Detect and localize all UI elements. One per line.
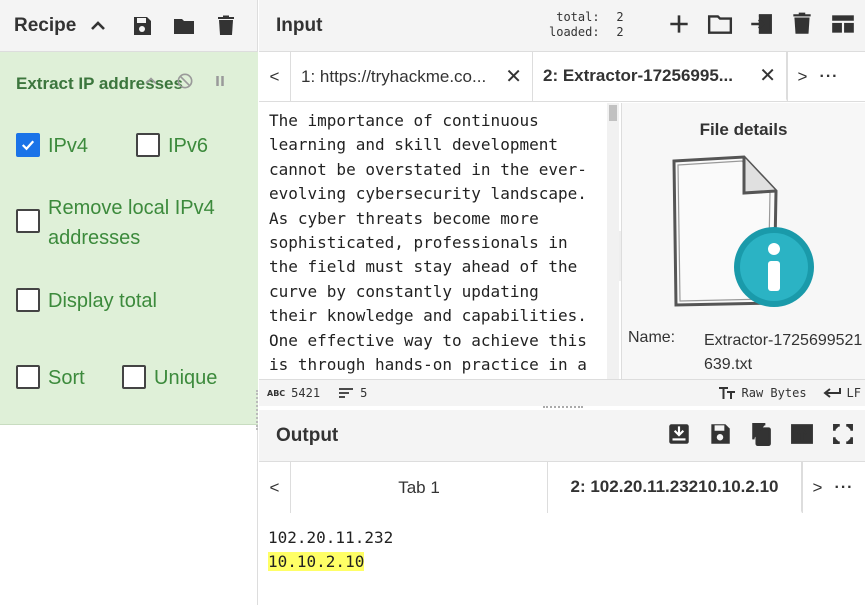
encoding-selector[interactable]: Raw Bytes [718, 386, 807, 400]
display-total-option[interactable]: Display total [16, 286, 157, 316]
output-tab-1[interactable]: Tab 1 [291, 462, 548, 513]
output-toolbar [665, 420, 857, 448]
line-count-value: 5 [360, 386, 368, 400]
tabs-scroll-left-button[interactable]: < [259, 52, 291, 101]
return-arrow-icon [822, 388, 841, 398]
input-counts: total: 2 loaded: 2 [549, 10, 624, 40]
output-tabs-scroll-left-button[interactable]: < [259, 462, 291, 513]
output-title: Output [276, 424, 339, 446]
text-format-icon [718, 387, 735, 399]
save-output-icon[interactable] [706, 420, 734, 448]
input-title: Input [276, 14, 323, 36]
output-tab-2[interactable]: 2: 102.20.11.23210.10.2.10 [548, 462, 802, 513]
tabs-scroll-right-button[interactable]: > [787, 52, 817, 101]
open-folder-icon[interactable] [706, 10, 734, 38]
input-tab-2-label: 2: Extractor-17256995... [543, 65, 733, 85]
ipv6-option[interactable]: IPv6 [136, 131, 208, 161]
input-body: The importance of continuous learning an… [259, 103, 865, 379]
output-line: 102.20.11.232 [268, 528, 394, 547]
abc-icon: ABC [267, 388, 286, 398]
chevron-up-icon[interactable] [84, 12, 112, 40]
output-header: Output [259, 410, 865, 462]
highlight-span: 10.10.2.10 [268, 552, 365, 571]
input-tab-2[interactable]: 2: Extractor-17256995... ✕ [533, 52, 787, 101]
eol-selector[interactable]: LF [822, 386, 861, 400]
replace-input-icon[interactable] [788, 420, 816, 448]
close-tab-icon[interactable]: ✕ [759, 63, 776, 88]
pause-breakpoint-icon[interactable] [209, 70, 231, 92]
ipv6-label: IPv6 [168, 135, 209, 157]
output-pane: Output < Tab 1 2: 102.20.11.23210.10.2.1… [259, 410, 865, 605]
clear-recipe-trash-icon[interactable] [212, 12, 240, 40]
input-tab-1-label: 1: https://tryhackme.co... [301, 66, 487, 86]
input-textarea[interactable]: The importance of continuous learning an… [259, 103, 607, 379]
input-tabs: < 1: https://tryhackme.co... ✕ 2: Extrac… [259, 52, 865, 102]
add-tab-plus-icon[interactable] [665, 10, 693, 38]
display-total-label: Display total [48, 290, 157, 312]
save-recipe-icon[interactable] [128, 12, 156, 40]
fullscreen-icon[interactable] [829, 420, 857, 448]
operation-card[interactable]: Extract IP addresses IPv4 IPv6 Remove lo… [0, 52, 258, 425]
total-label: total: [556, 10, 600, 24]
input-tab-1[interactable]: 1: https://tryhackme.co... ✕ [291, 52, 533, 101]
unique-option[interactable]: Unique [122, 363, 217, 393]
total-count: 2 [616, 10, 624, 24]
disable-operation-icon[interactable] [174, 70, 196, 92]
recipe-pane: Recipe Extract IP addresses IPv4 IPv6 Re… [0, 0, 258, 605]
file-info-icon [672, 155, 814, 307]
input-pane: Input total: 2 loaded: 2 < 1: https://tr… [259, 0, 865, 406]
more-tabs-ellipsis-icon[interactable]: ··· [817, 52, 841, 101]
loaded-count: 2 [616, 25, 624, 39]
recipe-header: Recipe [0, 0, 257, 52]
input-toolbar [665, 10, 857, 38]
more-output-tabs-ellipsis-icon[interactable]: ··· [832, 462, 856, 513]
input-header: Input total: 2 loaded: 2 [259, 0, 865, 52]
output-tabs-scroll-right-button[interactable]: > [802, 462, 832, 513]
load-recipe-folder-icon[interactable] [170, 12, 198, 40]
char-count: ABC 5421 [267, 386, 320, 400]
sort-option[interactable]: Sort [16, 363, 85, 393]
recipe-title: Recipe [14, 14, 77, 36]
input-scrollbar[interactable] [607, 103, 619, 379]
layout-reset-icon[interactable] [829, 10, 857, 38]
download-output-icon[interactable] [665, 420, 693, 448]
ipv4-option[interactable]: IPv4 [16, 131, 88, 161]
output-tabs: < Tab 1 2: 102.20.11.23210.10.2.10 > ··· [259, 462, 865, 513]
chevron-up-icon[interactable] [140, 70, 162, 92]
unique-checkbox[interactable] [122, 365, 146, 389]
output-text[interactable]: 102.20.11.232 10.10.2.10 [259, 522, 865, 605]
close-tab-icon[interactable]: ✕ [505, 64, 522, 89]
input-status-bar: ABC 5421 5 Raw Bytes LF [259, 379, 865, 406]
open-file-input-icon[interactable] [747, 10, 775, 38]
remove-local-option[interactable]: Remove local IPv4 addresses [16, 193, 215, 253]
ipv6-checkbox[interactable] [136, 133, 160, 157]
clear-input-trash-icon[interactable] [788, 10, 816, 38]
scrollbar-thumb[interactable] [609, 105, 617, 121]
output-tab-2-label: 2: 102.20.11.23210.10.2.10 [570, 476, 779, 496]
char-count-value: 5421 [291, 386, 321, 400]
sort-checkbox[interactable] [16, 365, 40, 389]
remove-local-label-line2: addresses [48, 227, 141, 249]
eol-value: LF [846, 386, 861, 400]
line-count: 5 [338, 386, 367, 400]
file-name-value: Extractor-1725699521639.txt [704, 332, 863, 373]
output-line-highlighted: 10.10.2.10 [268, 550, 856, 574]
file-details-title: File details [699, 120, 788, 139]
display-total-checkbox[interactable] [16, 288, 40, 312]
loaded-label: loaded: [549, 25, 600, 39]
file-name-label: Name: [628, 329, 676, 346]
file-details-panel: File details Name: Extractor-17256995216… [621, 103, 865, 379]
ipv4-checkbox[interactable] [16, 133, 40, 157]
output-tab-1-label: Tab 1 [398, 477, 440, 497]
lines-icon [339, 388, 354, 398]
sort-label: Sort [48, 367, 85, 389]
encoding-value: Raw Bytes [741, 386, 807, 400]
remove-local-label: Remove local IPv4 addresses [48, 193, 215, 253]
ipv4-label: IPv4 [48, 135, 89, 157]
remove-local-checkbox[interactable] [16, 209, 40, 233]
copy-output-icon[interactable] [747, 420, 775, 448]
unique-label: Unique [154, 367, 218, 389]
remove-local-label-line1: Remove local IPv4 [48, 197, 215, 219]
